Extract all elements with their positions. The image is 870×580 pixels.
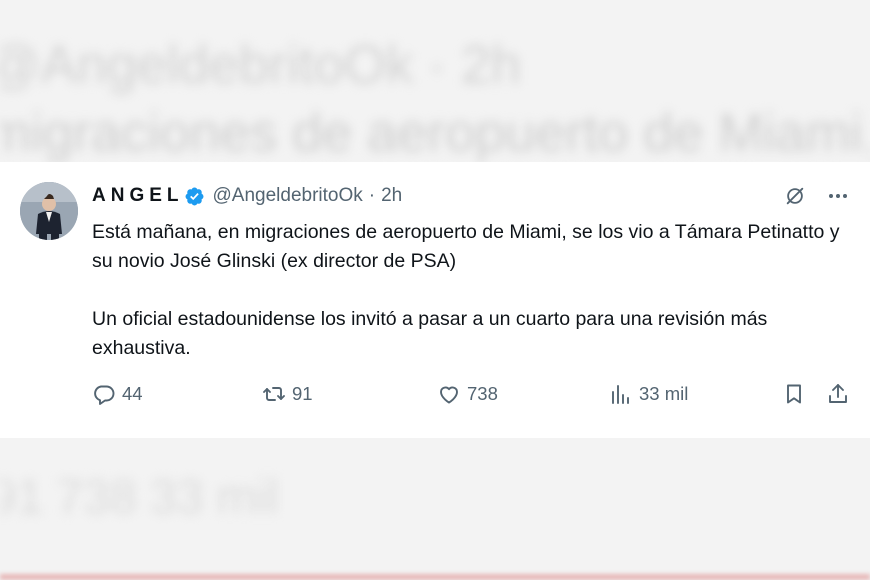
share-button[interactable] <box>826 382 850 406</box>
bookmark-icon <box>782 382 806 406</box>
blurred-body-text: migraciones de aeropuerto de Miami, se l… <box>0 103 870 163</box>
author-name[interactable]: ANGEL <box>92 185 184 207</box>
like-count: 738 <box>467 383 498 404</box>
tweet-text: Está mañana, en migraciones de aeropuert… <box>92 218 852 363</box>
verified-badge-icon <box>184 186 205 207</box>
views-count: 33 mil <box>639 383 689 404</box>
tweet-paragraph: Está mañana, en migraciones de aeropuert… <box>92 221 840 272</box>
reply-count: 44 <box>122 383 143 404</box>
timestamp[interactable]: 2h <box>381 185 402 207</box>
repost-button[interactable]: 91 <box>262 382 313 406</box>
reply-button[interactable]: 44 <box>92 382 143 406</box>
tweet-header: ANGEL @AngeldebritoOk · 2h <box>92 184 402 208</box>
tweet-card[interactable]: ANGEL @AngeldebritoOk · 2h Está mañana, … <box>0 162 870 438</box>
blurred-stats-text: 91 738 33 mil <box>0 471 279 524</box>
reply-icon <box>92 382 116 406</box>
more-icon[interactable] <box>826 184 850 213</box>
repost-icon <box>262 382 286 406</box>
separator-dot: · <box>368 185 376 206</box>
blurred-header-text: @AngeldebritoOk · 2h <box>0 35 522 95</box>
views-icon <box>609 382 633 406</box>
share-icon <box>826 382 850 406</box>
views-button[interactable]: 33 mil <box>609 382 688 406</box>
header-actions <box>784 184 850 213</box>
bottom-strip <box>0 574 870 580</box>
action-bar: 44 91 738 33 mil <box>92 382 852 408</box>
like-button[interactable]: 738 <box>437 382 498 406</box>
repost-count: 91 <box>292 383 313 404</box>
author-handle[interactable]: @AngeldebritoOk <box>213 185 363 207</box>
avatar[interactable] <box>20 182 78 240</box>
tweet-paragraph: Un oficial estadounidense los invitó a p… <box>92 308 768 359</box>
grok-icon[interactable] <box>784 185 806 212</box>
bookmark-button[interactable] <box>782 382 806 406</box>
like-icon <box>437 382 461 406</box>
